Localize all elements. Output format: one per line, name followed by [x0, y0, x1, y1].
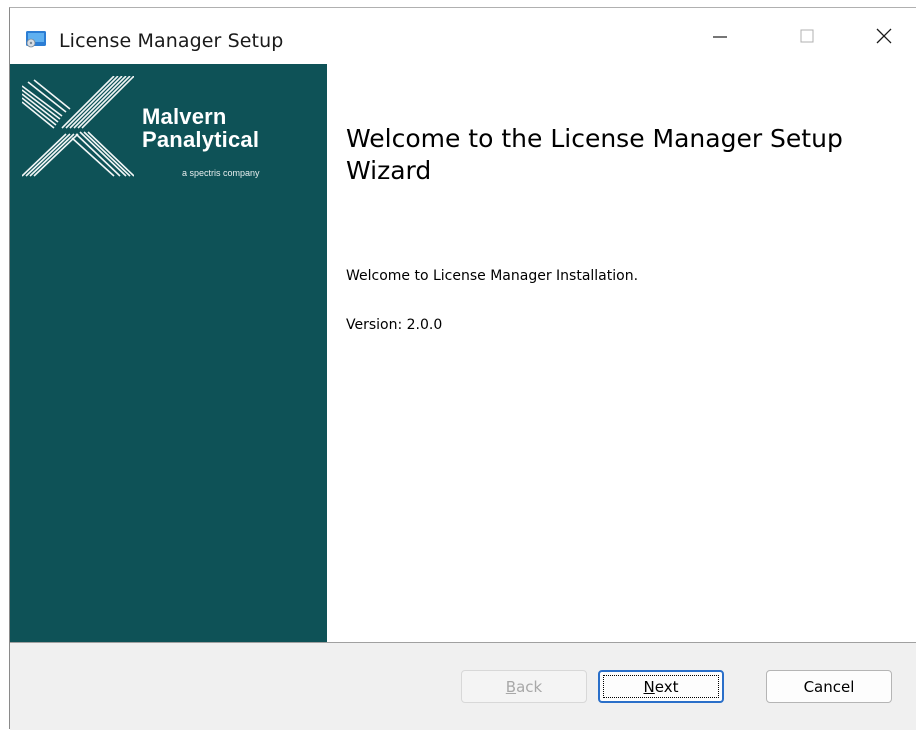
title-bar[interactable]: License Manager Setup: [10, 8, 916, 64]
welcome-panel: Welcome to the License Manager Setup Wiz…: [327, 64, 916, 642]
focus-indicator: [603, 675, 719, 698]
installer-icon: [26, 31, 46, 48]
minimize-icon: [713, 36, 727, 38]
next-button[interactable]: Next: [598, 670, 724, 703]
logo-wordmark: Malvern Panalytical: [142, 104, 260, 152]
wizard-banner: Malvern Panalytical a spectris company: [10, 64, 327, 642]
back-button[interactable]: Back: [461, 670, 587, 703]
minimize-button[interactable]: [675, 8, 763, 64]
page-title: Welcome to the License Manager Setup Wiz…: [346, 124, 843, 185]
maximize-icon: [800, 29, 814, 43]
version-label: Version: 2.0.0: [346, 317, 443, 333]
welcome-message: Welcome to License Manager Installation.: [346, 268, 639, 284]
close-button[interactable]: [851, 8, 916, 64]
back-label: ack: [516, 677, 543, 696]
setup-window: License Manager Setup Malvern Panalytica…: [9, 7, 916, 730]
window-title: License Manager Setup: [59, 30, 284, 52]
button-bar: Back Next Cancel: [10, 643, 916, 730]
logo-tagline: a spectris company: [182, 168, 260, 178]
maximize-button[interactable]: [763, 8, 851, 64]
cancel-button[interactable]: Cancel: [766, 670, 892, 703]
malvern-panalytical-logo-mark: [22, 76, 134, 177]
close-icon: [876, 28, 892, 44]
back-mnemonic: B: [505, 677, 517, 696]
